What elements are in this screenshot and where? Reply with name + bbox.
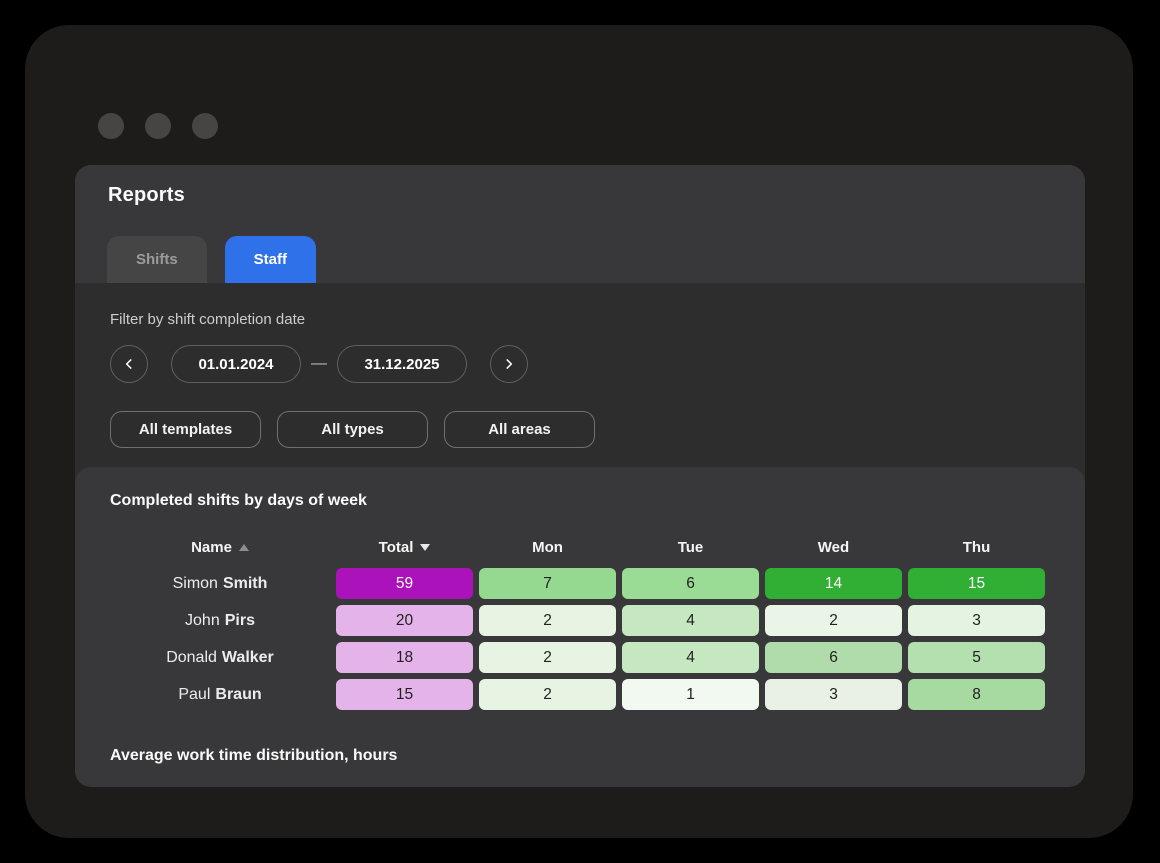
table-cell: 7 [479, 568, 616, 599]
table-cell: 2 [479, 605, 616, 636]
table-cell: 20 [336, 605, 473, 636]
filter-dropdowns: All templates All types All areas [110, 411, 1085, 448]
table-cell: 4 [622, 605, 759, 636]
completed-shifts-panel: Completed shifts by days of week Name To… [75, 467, 1085, 787]
column-header-tue: Tue [677, 538, 704, 556]
date-from-field[interactable]: 01.01.2024 [171, 345, 301, 383]
table-cell: 15 [908, 568, 1045, 599]
chevron-left-icon [122, 357, 136, 371]
last-name: Braun [215, 685, 262, 703]
shifts-table: Name Total Mon Tue Wed Thu Simon Smith 5… [110, 532, 1045, 710]
table-row-name: Paul Braun [110, 679, 330, 710]
filter-label: Filter by shift completion date [110, 311, 306, 328]
avg-work-time-heading: Average work time distribution, hours [110, 747, 398, 764]
last-name: Walker [221, 648, 274, 666]
window-control-dot-icon[interactable] [145, 113, 171, 139]
table-cell: 3 [765, 679, 902, 710]
column-header-name[interactable]: Name [110, 532, 330, 562]
filter-section: Filter by shift completion date 01.01.20… [75, 283, 1085, 467]
next-period-button[interactable] [490, 345, 528, 383]
sort-asc-icon [238, 543, 249, 551]
chevron-right-icon [502, 357, 516, 371]
date-range-separator: — [311, 355, 327, 372]
last-name: Smith [222, 574, 268, 592]
date-range-controls: 01.01.2024 — 31.12.2025 [110, 345, 1085, 383]
table-row-name: Simon Smith [110, 568, 330, 599]
reports-card: Reports Shifts Staff Filter by shift com… [75, 165, 1085, 787]
table-cell: 2 [765, 605, 902, 636]
sort-desc-icon [420, 543, 431, 551]
column-header-mon: Mon [532, 538, 563, 556]
table-title: Completed shifts by days of week [110, 492, 367, 509]
table-cell: 14 [765, 568, 902, 599]
tab-staff[interactable]: Staff [224, 236, 317, 283]
table-row-name: Donald Walker [110, 642, 330, 673]
page-title: Reports [108, 184, 185, 206]
column-header-total[interactable]: Total [336, 532, 473, 562]
tab-shifts[interactable]: Shifts [107, 236, 207, 283]
column-header-wed: Wed [817, 538, 850, 556]
templates-filter-dropdown[interactable]: All templates [110, 411, 261, 448]
window-control-dot-icon[interactable] [192, 113, 218, 139]
table-cell: 6 [622, 568, 759, 599]
table-cell: 2 [479, 679, 616, 710]
types-filter-dropdown[interactable]: All types [277, 411, 428, 448]
table-cell: 18 [336, 642, 473, 673]
table-row-name: John Pirs [110, 605, 330, 636]
reports-header: Reports Shifts Staff [75, 165, 1085, 283]
table-cell: 5 [908, 642, 1045, 673]
first-name: Paul [178, 685, 211, 703]
window-control-dot-icon[interactable] [98, 113, 124, 139]
table-cell: 8 [908, 679, 1045, 710]
prev-period-button[interactable] [110, 345, 148, 383]
table-cell: 6 [765, 642, 902, 673]
column-header-label: Name [191, 538, 232, 556]
areas-filter-dropdown[interactable]: All areas [444, 411, 595, 448]
window-controls [98, 113, 218, 139]
date-to-field[interactable]: 31.12.2025 [337, 345, 467, 383]
last-name: Pirs [224, 611, 255, 629]
table-cell: 3 [908, 605, 1045, 636]
table-cell: 4 [622, 642, 759, 673]
column-header-thu: Thu [962, 538, 991, 556]
table-cell: 15 [336, 679, 473, 710]
first-name: Simon [172, 574, 218, 592]
app-window: Reports Shifts Staff Filter by shift com… [25, 25, 1133, 838]
table-cell: 1 [622, 679, 759, 710]
column-header-label: Total [378, 538, 414, 556]
table-cell: 59 [336, 568, 473, 599]
table-cell: 2 [479, 642, 616, 673]
report-tabs: Shifts Staff [107, 236, 317, 283]
first-name: Donald [166, 648, 217, 666]
first-name: John [185, 611, 220, 629]
